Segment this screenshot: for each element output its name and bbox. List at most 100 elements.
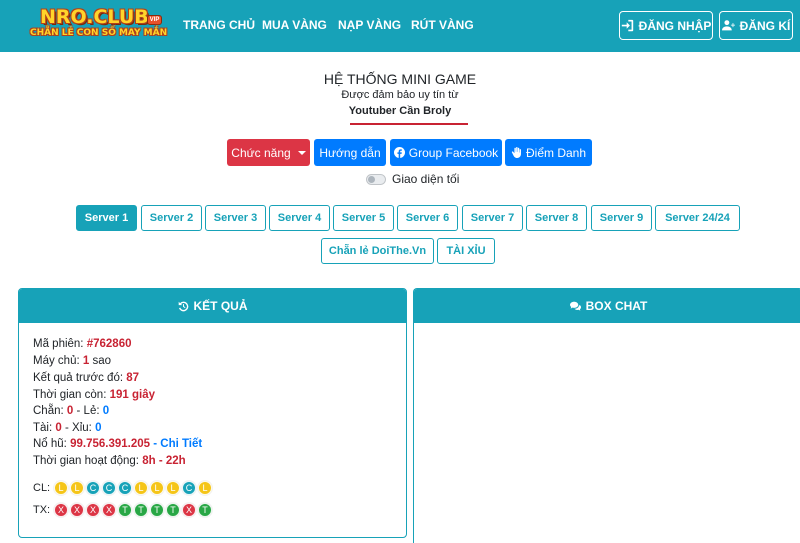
even-value: 0 — [66, 405, 74, 417]
facebook-group-button[interactable]: Group Facebook — [390, 139, 502, 166]
top-navbar: NRO.CLUB VIP CHẴN LẺ CON SỐ MAY MẮN TRAN… — [0, 0, 800, 52]
caret-down-icon — [297, 150, 306, 155]
jackpot-detail-link[interactable]: - Chi Tiết — [153, 438, 202, 450]
function-dropdown-button[interactable]: Chức năng — [227, 139, 310, 166]
tx-ball: T — [134, 503, 148, 517]
result-panel-title: KẾT QUẢ — [193, 299, 248, 313]
cl-ball: C — [118, 481, 132, 495]
server-tab-3[interactable]: Server 3 — [205, 205, 266, 231]
hours-value: 8h - 22h — [142, 455, 186, 467]
tab-tai-xiu[interactable]: TÀI XỈU — [437, 238, 495, 264]
server-value: 1 — [82, 355, 90, 367]
tab-chan-le-doithe[interactable]: Chẵn lẻ DoiThe.Vn — [321, 238, 434, 264]
tai-label: Tài: — [33, 422, 53, 434]
tx-history-label: TX: — [33, 504, 51, 516]
site-logo[interactable]: NRO.CLUB VIP CHẴN LẺ CON SỐ MAY MẮN — [30, 6, 167, 44]
prev-result-label: Kết quả trước đó: — [33, 372, 124, 384]
cl-ball: C — [86, 481, 100, 495]
cl-ball: L — [134, 481, 148, 495]
cl-ball: L — [54, 481, 68, 495]
tx-ball: T — [166, 503, 180, 517]
login-label: ĐĂNG NHẬP — [638, 18, 712, 33]
nav-link-withdraw-gold[interactable]: RÚT VÀNG — [411, 18, 474, 32]
separator: - — [76, 405, 81, 417]
server-tab-9[interactable]: Server 9 — [591, 205, 652, 231]
result-panel: KẾT QUẢ Mã phiên: #762860 Máy chủ: 1 sao… — [18, 288, 407, 538]
tx-ball: X — [182, 503, 196, 517]
even-label: Chẵn: — [33, 405, 64, 417]
server-row: Máy chủ: 1 sao — [33, 355, 111, 367]
youtuber-name: Youtuber Cần Broly — [348, 105, 452, 117]
checkin-label: Điểm Danh — [525, 145, 587, 160]
cl-ball: C — [102, 481, 116, 495]
chat-panel-header: BOX CHAT — [414, 289, 800, 323]
xiu-label: Xỉu: — [72, 422, 92, 434]
register-label: ĐĂNG KÍ — [739, 18, 791, 33]
function-label: Chức năng — [231, 145, 291, 160]
cl-history-label: CL: — [33, 482, 51, 494]
server-tab-1[interactable]: Server 1 — [76, 205, 137, 231]
odd-value: 0 — [102, 405, 110, 417]
cl-ball: L — [166, 481, 180, 495]
cl-ball: C — [182, 481, 196, 495]
prev-result-row: Kết quả trước đó: 87 — [33, 372, 139, 384]
server-tab-4[interactable]: Server 4 — [269, 205, 330, 231]
facebook-icon — [393, 147, 405, 158]
server-tab-8[interactable]: Server 8 — [526, 205, 587, 231]
nav-link-deposit-gold[interactable]: NẠP VÀNG — [338, 18, 401, 32]
jackpot-row: Nổ hũ: 99.756.391.205 - Chi Tiết — [33, 438, 202, 450]
login-button[interactable]: ĐĂNG NHẬP — [619, 11, 713, 40]
server-tab-7[interactable]: Server 7 — [462, 205, 523, 231]
cl-ball: L — [70, 481, 84, 495]
prev-result-value: 87 — [126, 372, 140, 384]
comments-icon — [569, 301, 581, 311]
hours-label: Thời gian hoạt động: — [33, 455, 140, 467]
hours-row: Thời gian hoạt động: 8h - 22h — [33, 455, 186, 467]
time-left-label: Thời gian còn: — [33, 389, 107, 401]
logo-tag: VIP — [147, 15, 162, 25]
server-tab-6[interactable]: Server 6 — [397, 205, 458, 231]
tai-xiu-row: Tài: 0 - Xỉu: 0 — [33, 422, 101, 434]
server-tab-5[interactable]: Server 5 — [333, 205, 394, 231]
tx-ball: X — [102, 503, 116, 517]
cl-ball: L — [150, 481, 164, 495]
chat-panel: BOX CHAT — [413, 288, 800, 543]
nav-link-home[interactable]: TRANG CHỦ — [183, 18, 255, 32]
session-value: #762860 — [86, 338, 132, 350]
guide-button[interactable]: Hướng dẫn — [314, 139, 386, 166]
register-button[interactable]: ĐĂNG KÍ — [719, 11, 793, 40]
dark-mode-toggle[interactable] — [366, 173, 386, 185]
server-unit: sao — [92, 355, 112, 367]
tx-ball: T — [118, 503, 132, 517]
server-tab-2[interactable]: Server 2 — [141, 205, 202, 231]
jackpot-value: 99.756.391.205 — [70, 438, 151, 450]
chat-panel-title: BOX CHAT — [585, 299, 648, 313]
user-plus-icon — [721, 20, 735, 31]
odd-label: Lẻ: — [83, 405, 100, 417]
xiu-value: 0 — [95, 422, 102, 434]
history-icon — [178, 301, 188, 311]
tx-ball: X — [70, 503, 84, 517]
server-tab-24-24[interactable]: Server 24/24 — [655, 205, 740, 231]
jackpot-label: Nổ hũ: — [33, 438, 67, 450]
nav-link-buy-gold[interactable]: MUA VÀNG — [262, 18, 327, 32]
toggle-knob — [368, 175, 375, 183]
separator: - — [64, 422, 69, 434]
page-title: HỆ THỐNG MINI GAME — [323, 71, 477, 87]
checkin-button[interactable]: Điểm Danh — [505, 139, 592, 166]
sign-in-icon — [621, 19, 633, 32]
tx-history: TX: X X X X T T T T X T — [33, 503, 212, 517]
even-odd-row: Chẵn: 0 - Lẻ: 0 — [33, 405, 109, 417]
logo-text: NRO.CLUB — [40, 6, 149, 28]
logo-slogan: CHẴN LẺ CON SỐ MAY MẮN — [30, 28, 168, 38]
dark-mode-label: Giao diện tối — [392, 172, 460, 186]
page-subtitle: Được đảm bảo uy tín từ — [341, 89, 459, 101]
tx-ball: X — [54, 503, 68, 517]
facebook-label: Group Facebook — [408, 145, 499, 160]
session-label: Mã phiên: — [33, 338, 84, 350]
title-underline — [350, 123, 468, 125]
server-label: Máy chủ: — [33, 355, 80, 367]
session-row: Mã phiên: #762860 — [33, 338, 132, 350]
tx-ball: T — [198, 503, 212, 517]
time-left-value: 191 giây — [109, 389, 155, 401]
